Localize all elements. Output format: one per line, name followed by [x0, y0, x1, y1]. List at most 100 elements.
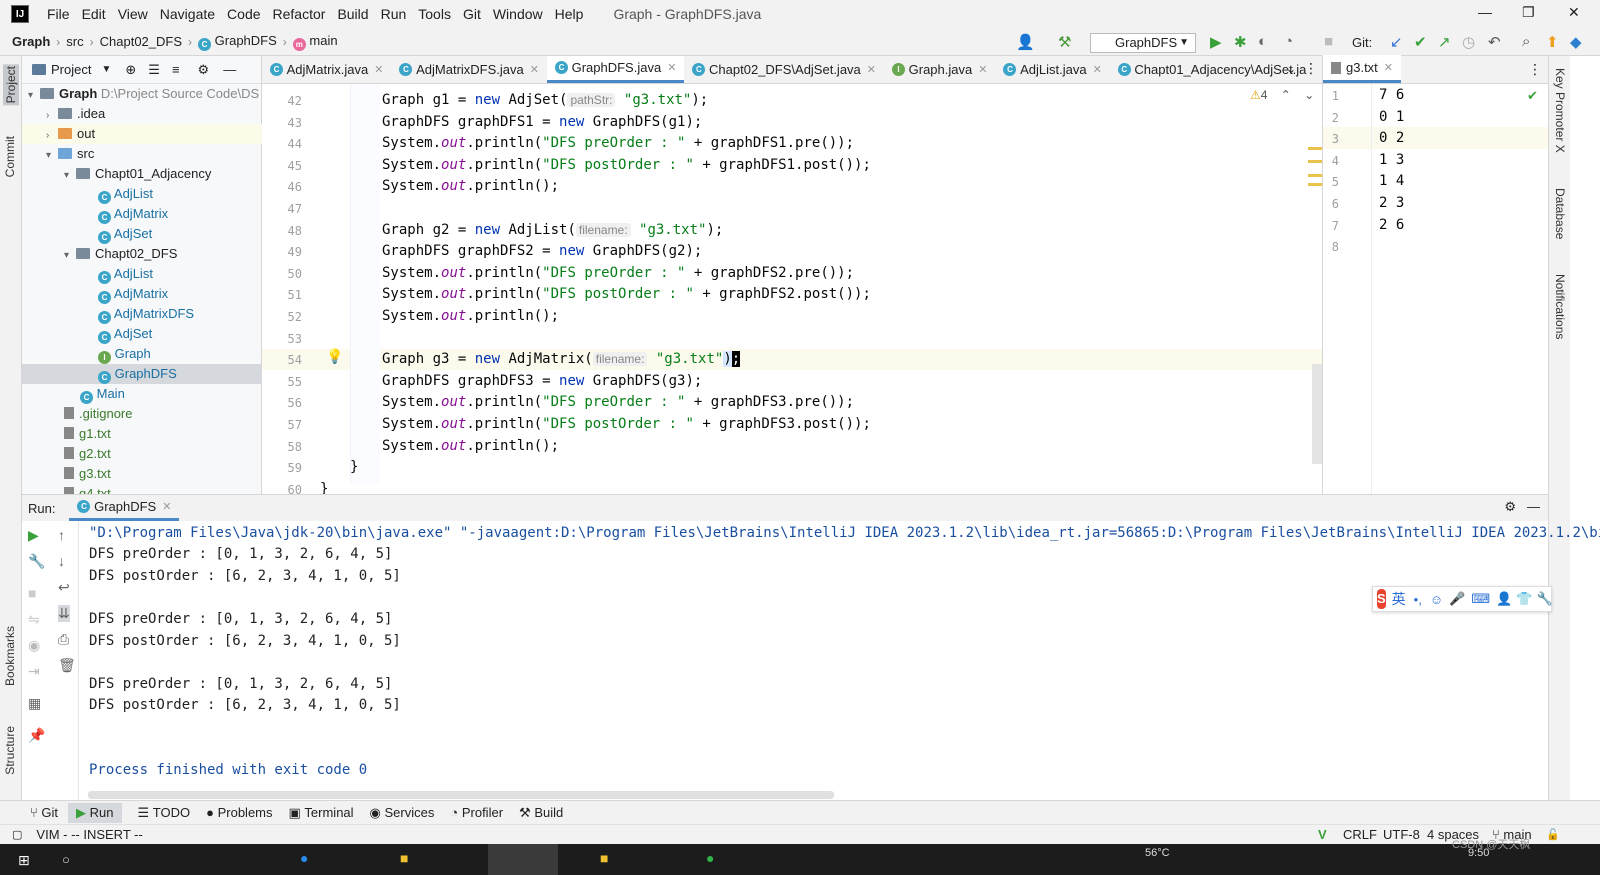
up-arrow-icon[interactable]: ↑ [58, 527, 65, 543]
tree-item-class[interactable]: C AdjSet [22, 324, 262, 344]
breadcrumb-project[interactable]: Graph [12, 34, 50, 49]
warning-marker[interactable] [1308, 160, 1322, 163]
tab-build[interactable]: ⚒ Build [519, 805, 563, 821]
down-arrow-icon[interactable]: ↓ [58, 553, 65, 569]
close-icon[interactable]: ✕ [1384, 61, 1393, 74]
tab-problems[interactable]: ● Problems [206, 805, 272, 820]
more-icon[interactable]: ⋮ [1528, 61, 1542, 78]
ime-toolbar[interactable]: S 英 •, ☺ 🎤 ⌨ 👤 👕 🔧 [1372, 586, 1553, 612]
editor-scrollbar[interactable] [1312, 364, 1322, 464]
tree-item-src[interactable]: ▾ src [22, 144, 262, 164]
layout-icon[interactable]: ▦ [28, 695, 41, 712]
git-push-icon[interactable]: ↗ [1438, 33, 1451, 51]
menu-view[interactable]: View [118, 6, 148, 22]
menu-run[interactable]: Run [381, 6, 407, 22]
trash-icon[interactable]: 🗑 [58, 657, 76, 674]
locate-icon[interactable]: ⊕ [125, 62, 136, 78]
tab-adjmatrixdfs[interactable]: C AdjMatrixDFS.java ✕ [391, 56, 546, 83]
tab-git[interactable]: ⑂ Git [30, 805, 58, 820]
folder-icon[interactable]: ■ [600, 850, 608, 866]
history-icon[interactable]: ◷ [1462, 33, 1475, 51]
project-tool-button[interactable]: Project [3, 64, 19, 106]
profile-icon[interactable]: ◔ [1284, 33, 1293, 50]
skin-icon[interactable]: 👕 [1516, 591, 1532, 607]
project-panel-title[interactable]: Project [51, 62, 91, 77]
tree-item-chapt02[interactable]: ▾ Chapt02_DFS [22, 244, 262, 264]
horizontal-scrollbar[interactable] [88, 791, 834, 799]
menu-window[interactable]: Window [493, 6, 543, 22]
breadcrumb-package[interactable]: Chapt02_DFS [100, 34, 182, 49]
breadcrumb-class[interactable]: C GraphDFS [198, 33, 277, 51]
structure-tool-button[interactable]: Structure [3, 726, 17, 775]
run-tab-graphdfs[interactable]: C GraphDFS ✕ [69, 495, 180, 521]
emoji-icon[interactable]: ☺ [1430, 592, 1443, 607]
user-icon[interactable]: 👤 [1496, 591, 1512, 607]
close-icon[interactable]: ✕ [162, 500, 171, 513]
gear-icon[interactable]: ⚙ [1504, 499, 1516, 515]
tree-item-idea[interactable]: › .idea [22, 104, 262, 124]
tab-g3-txt[interactable]: g3.txt ✕ [1323, 55, 1402, 83]
tree-item-class[interactable]: C AdjMatrixDFS [22, 304, 262, 324]
tab-run[interactable]: ▶ Run [68, 802, 122, 823]
collapse-all-icon[interactable]: ≡ [172, 62, 180, 77]
print-icon[interactable]: ⎙ [58, 631, 69, 648]
camera-icon[interactable]: ◉ [28, 637, 40, 654]
microphone-icon[interactable]: 🎤 [1449, 591, 1465, 607]
search-icon[interactable]: ⌕ [1522, 33, 1530, 50]
chevron-down-icon[interactable]: ⌄ [1304, 88, 1314, 102]
line-separator[interactable]: CRLF [1343, 827, 1377, 842]
inspection-widget[interactable]: ⚠4 ⌃ ⌄ [1250, 88, 1314, 102]
tab-graphdfs[interactable]: C GraphDFS.java ✕ [546, 56, 685, 83]
menu-git[interactable]: Git [463, 6, 481, 22]
git-update-icon[interactable]: ↙ [1390, 33, 1403, 51]
tab-graph[interactable]: I Graph.java ✕ [884, 56, 995, 83]
chevron-up-icon[interactable]: ⌃ [1281, 88, 1291, 102]
updates-icon[interactable]: ⬆ [1546, 33, 1559, 51]
stop-icon[interactable]: ■ [28, 585, 36, 601]
stop-icon[interactable]: ■ [1324, 33, 1333, 50]
code-editor[interactable]: 42 43 44 45 46 47 48 49 50 51 52 53 54 5… [262, 84, 1322, 494]
tree-item-class[interactable]: C AdjList [22, 184, 262, 204]
menu-navigate[interactable]: Navigate [160, 6, 215, 22]
warning-marker[interactable] [1308, 147, 1322, 150]
git-commit-icon[interactable]: ✔ [1414, 33, 1427, 51]
wechat-icon[interactable]: ● [706, 850, 714, 866]
exit-icon[interactable]: ⇥ [28, 663, 40, 680]
debug-icon[interactable]: ✱ [1234, 33, 1247, 51]
tree-item-file[interactable]: g3.txt [22, 464, 262, 484]
vim-mode[interactable]: VIM - -- INSERT -- [36, 827, 142, 842]
wrench-icon[interactable]: 🔧 [1536, 591, 1552, 607]
notifications-tool-button[interactable]: Notifications [1553, 274, 1567, 339]
tree-item-class[interactable]: C AdjMatrix [22, 204, 262, 224]
windows-start-icon[interactable]: ⊞ [18, 852, 30, 869]
dropdown-icon[interactable]: ▼ [101, 64, 111, 75]
tree-root[interactable]: ▾ Graph D:\Project Source Code\DS [22, 84, 262, 104]
tree-item-interface[interactable]: I Graph [22, 344, 262, 364]
menu-build[interactable]: Build [337, 6, 368, 22]
rollback-icon[interactable]: ↶ [1488, 33, 1501, 51]
scroll-to-end-icon[interactable]: ⇊ [58, 605, 70, 622]
menu-code[interactable]: Code [227, 6, 260, 22]
minimize-icon[interactable]: — [1478, 4, 1492, 20]
tab-services[interactable]: ◉ Services [370, 805, 435, 821]
build-hammer-icon[interactable]: ⚒ [1058, 33, 1071, 51]
expand-all-icon[interactable]: ☰ [148, 62, 160, 78]
tree-item-chapt01[interactable]: ▾ Chapt01_Adjacency [22, 164, 262, 184]
close-icon[interactable]: ✕ [667, 61, 676, 74]
layout-toggle-icon[interactable]: ▢ [12, 828, 22, 841]
jetbrains-toolbox-icon[interactable]: ◆ [1570, 33, 1582, 51]
tab-profiler[interactable]: ◔ Profiler [450, 805, 503, 820]
tab-adjlist[interactable]: C AdjList.java ✕ [995, 56, 1109, 83]
breadcrumb-method[interactable]: m main [292, 33, 338, 51]
close-icon[interactable]: ✕ [374, 63, 383, 76]
menu-help[interactable]: Help [555, 6, 584, 22]
key-promoter-tool-button[interactable]: Key Promoter X [1553, 68, 1567, 153]
folder-icon[interactable]: ■ [400, 850, 408, 866]
restore-layout-icon[interactable]: ⇋ [28, 611, 40, 628]
tab-todo[interactable]: ☰ TODO [138, 805, 191, 821]
browser-icon[interactable]: ● [300, 850, 308, 866]
pin-icon[interactable]: 📌 [28, 727, 45, 744]
taskbar-intellij-app[interactable] [488, 844, 558, 875]
gear-icon[interactable]: ⚙ [198, 62, 210, 78]
menu-edit[interactable]: Edit [82, 6, 106, 22]
